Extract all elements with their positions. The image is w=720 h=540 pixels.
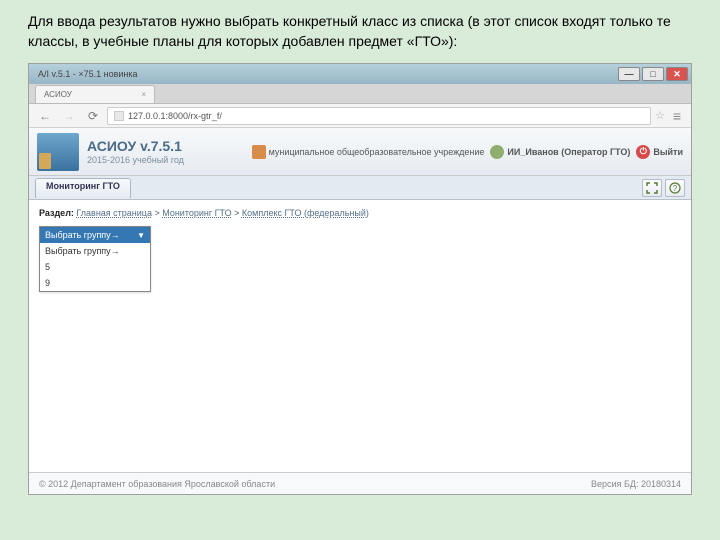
app-footer: © 2012 Департамент образования Ярославск… [29,472,691,494]
svg-text:?: ? [673,184,678,193]
tab-close-icon[interactable]: × [141,90,146,99]
slide-caption: Для ввода результатов нужно выбрать конк… [28,12,692,51]
org-label: муниципальное общеобразовательное учрежд… [269,147,485,157]
org-link[interactable]: муниципальное общеобразовательное учрежд… [252,145,485,159]
breadcrumb-monitoring[interactable]: Мониторинг ГТО [162,208,231,218]
address-url: 127.0.0.1:8000/rх-gtг_f/ [128,111,222,121]
browser-menu-icon[interactable]: ≡ [669,108,685,124]
window-minimize-button[interactable]: — [618,67,640,81]
logout-link[interactable]: ⏻ Выйти [636,145,683,159]
app-subtitle: 2015-2016 учебный год [87,155,184,166]
browser-tab[interactable]: АСИОУ × [35,85,155,103]
breadcrumb-label: Раздел: [39,208,74,218]
footer-copyright: © 2012 Департамент образования Ярославск… [39,479,275,489]
window-close-button[interactable]: ✕ [666,67,688,81]
window-title: A/I v.5.1 - ×75.1 новинка [32,69,138,79]
app-logo [37,133,79,171]
breadcrumb-gto[interactable]: Комплекс ГТО (федеральный) [242,208,369,218]
footer-version: Версия БД: 20180314 [591,479,681,489]
logout-label: Выйти [653,147,683,157]
help-button[interactable]: ? [665,179,685,197]
page-icon [114,111,124,121]
group-select[interactable]: Выбрать группу→ ▼ Выбрать группу→ 5 9 [39,226,151,292]
browser-toolbar: ← → ⟳ 127.0.0.1:8000/rх-gtг_f/ ☆ ≡ [29,104,691,128]
window-maximize-button[interactable]: □ [642,67,664,81]
app-header: АСИОУ v.7.5.1 2015-2016 учебный год муни… [29,128,691,176]
expand-icon [646,182,658,194]
page-tabs-row: Мониторинг ГТО ? [29,176,691,200]
back-button[interactable]: ← [35,107,55,125]
group-select-label: Выбрать группу→ [45,230,120,240]
user-link[interactable]: ИИ_Иванов (Оператор ГТО) [490,145,630,159]
chevron-down-icon: ▼ [137,231,145,240]
user-label: ИИ_Иванов (Оператор ГТО) [507,147,630,157]
forward-button[interactable]: → [59,107,79,125]
app-title: АСИОУ v.7.5.1 [87,138,184,155]
window-titlebar: A/I v.5.1 - ×75.1 новинка — □ ✕ [29,64,691,84]
tab-monitoring-gto[interactable]: Мониторинг ГТО [35,178,131,198]
group-option[interactable]: 5 [40,259,150,275]
question-icon: ? [669,182,681,194]
browser-tab-strip: АСИОУ × [29,84,691,104]
group-select-header[interactable]: Выбрать группу→ ▼ [40,227,150,243]
breadcrumb: Раздел: Главная страница > Мониторинг ГТ… [39,208,681,218]
bookmark-icon[interactable]: ☆ [655,109,665,122]
browser-tab-label: АСИОУ [44,90,72,99]
browser-window: A/I v.5.1 - ×75.1 новинка — □ ✕ АСИОУ × … [28,63,692,495]
group-option[interactable]: 9 [40,275,150,291]
power-icon: ⏻ [636,145,650,159]
content-area: Раздел: Главная страница > Мониторинг ГТ… [29,200,691,472]
breadcrumb-home[interactable]: Главная страница [76,208,152,218]
address-bar[interactable]: 127.0.0.1:8000/rх-gtг_f/ [107,107,651,125]
reload-button[interactable]: ⟳ [83,107,103,125]
user-icon [490,145,504,159]
group-option[interactable]: Выбрать группу→ [40,243,150,259]
building-icon [252,145,266,159]
fullscreen-button[interactable] [642,179,662,197]
